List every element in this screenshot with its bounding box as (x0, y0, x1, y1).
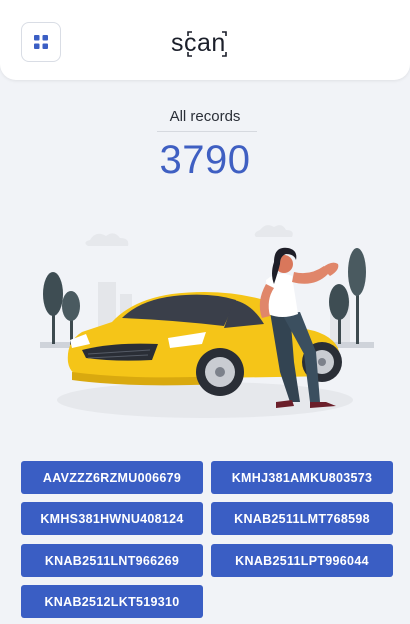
record-button[interactable]: KMHJ381AMKU803573 (211, 461, 393, 494)
record-button[interactable]: KNAB2511LPT996044 (211, 544, 393, 577)
divider (157, 131, 257, 132)
records-label: All records (169, 108, 241, 125)
record-button[interactable]: KMHS381HWNU408124 (21, 502, 203, 535)
record-button[interactable]: KNAB2511LNT966269 (21, 544, 203, 577)
records-count: 3790 (159, 138, 251, 182)
scan-logo: scan (171, 29, 227, 57)
grid-icon (34, 35, 48, 49)
woman-leaning-on-yellow-car-illustration (40, 225, 374, 418)
record-button[interactable]: KNAB2512LKT519310 (21, 585, 203, 618)
app-header: scan (0, 0, 410, 80)
record-button[interactable]: KNAB2511LMT768598 (211, 502, 393, 535)
record-button[interactable]: AAVZZZ6RZMU006679 (21, 461, 203, 494)
menu-button[interactable] (21, 22, 61, 62)
logo-text: scan (171, 29, 226, 57)
